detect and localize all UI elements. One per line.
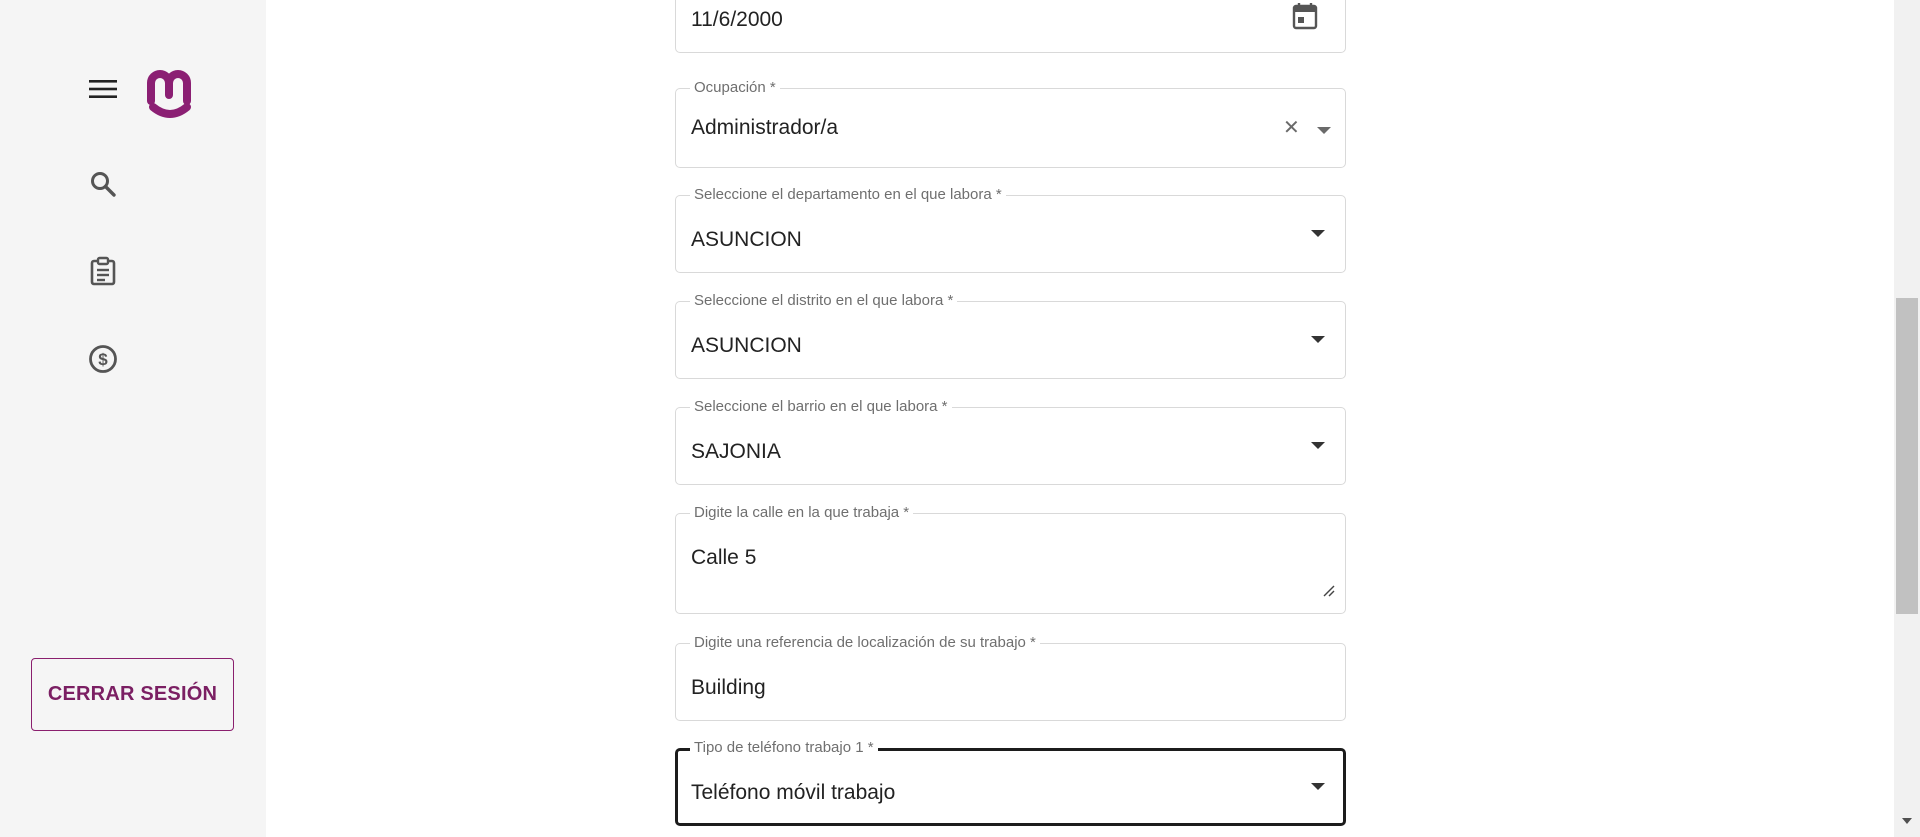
logout-button[interactable]: CERRAR SESIÓN (31, 658, 234, 731)
caret-down-icon[interactable] (1311, 336, 1325, 343)
street-label: Digite la calle en la que trabaja * (690, 504, 914, 521)
occupation-label: Ocupación * (690, 79, 780, 96)
calendar-icon[interactable] (1292, 2, 1318, 35)
sidebar: $ CERRAR SESIÓN (0, 0, 266, 837)
brand-logo-icon[interactable] (143, 61, 197, 121)
scrollbar[interactable] (1894, 0, 1920, 837)
work-phone-type-label: Tipo de teléfono trabajo 1 * (690, 739, 878, 756)
birth-date-value: 11/6/2000 (691, 8, 783, 31)
neighborhood-label: Seleccione el barrio en el que labora * (690, 398, 952, 415)
district-select[interactable]: Seleccione el distrito en el que labora … (675, 292, 1346, 379)
caret-down-icon[interactable] (1311, 230, 1325, 237)
department-value: ASUNCION (691, 228, 802, 251)
street-value: Calle 5 (691, 546, 757, 569)
department-select[interactable]: Seleccione el departamento en el que lab… (675, 186, 1346, 273)
dollar-coin-icon[interactable]: $ (81, 337, 125, 381)
occupation-value: Administrador/a (691, 116, 839, 139)
department-label: Seleccione el departamento en el que lab… (690, 186, 1006, 203)
neighborhood-value: SAJONIA (691, 440, 781, 463)
district-value: ASUNCION (691, 334, 802, 357)
close-icon[interactable]: ✕ (1283, 118, 1300, 138)
hamburger-menu-icon[interactable] (81, 67, 125, 111)
work-reference-input[interactable]: Digite una referencia de localización de… (675, 634, 1346, 721)
district-label: Seleccione el distrito en el que labora … (690, 292, 958, 309)
work-phone-type-value: Teléfono móvil trabajo (691, 781, 896, 804)
work-phone-type-select[interactable]: Tipo de teléfono trabajo 1 * Teléfono mó… (675, 739, 1346, 826)
scroll-down-arrow-icon[interactable] (1902, 818, 1912, 824)
caret-down-icon[interactable] (1317, 127, 1331, 134)
caret-down-icon[interactable] (1311, 442, 1325, 449)
scrollbar-thumb[interactable] (1896, 298, 1918, 614)
neighborhood-select[interactable]: Seleccione el barrio en el que labora * … (675, 398, 1346, 485)
occupation-field[interactable]: Ocupación * Administrador/a ✕ (675, 79, 1346, 168)
resize-handle-icon[interactable] (1322, 584, 1336, 603)
clipboard-icon[interactable] (81, 249, 125, 293)
svg-text:$: $ (98, 350, 108, 369)
street-textarea[interactable]: Digite la calle en la que trabaja * Call… (675, 504, 1346, 614)
work-reference-label: Digite una referencia de localización de… (690, 634, 1040, 651)
caret-down-icon[interactable] (1311, 783, 1325, 790)
search-icon[interactable] (81, 162, 125, 206)
work-reference-value: Building (691, 676, 766, 699)
birth-date-field[interactable]: 11/6/2000 (675, 0, 1346, 53)
